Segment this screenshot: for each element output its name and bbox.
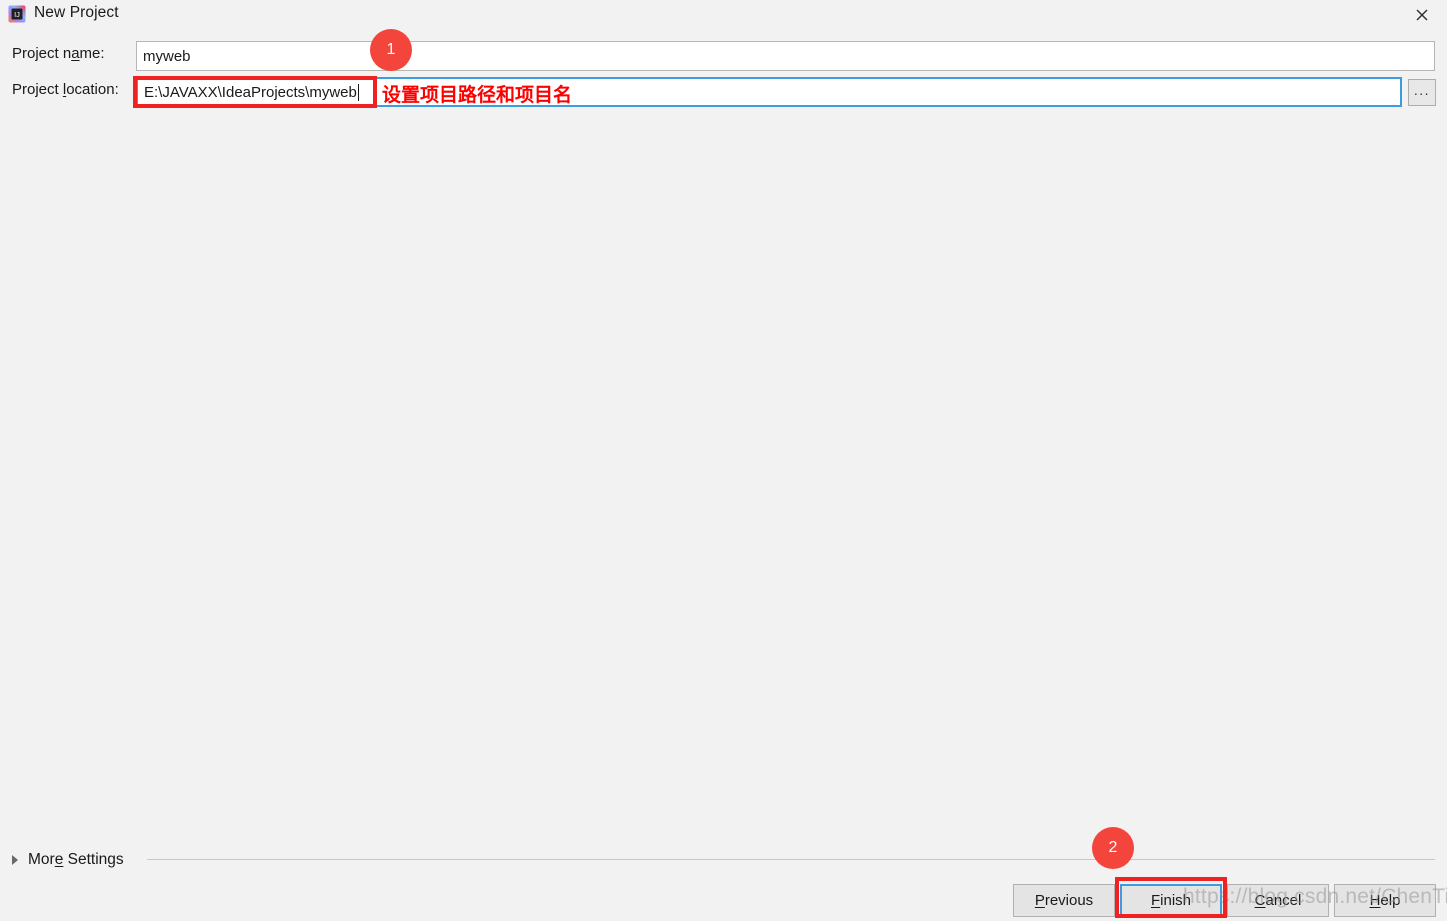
more-settings-row: More Settings (0, 847, 1447, 873)
close-icon[interactable] (1397, 0, 1447, 30)
page-title: New Project (34, 4, 119, 21)
project-location-input[interactable]: E:\JAVAXX\IdeaProjects\myweb (136, 77, 1402, 107)
more-settings-label-tail: Settings (63, 851, 124, 868)
finish-button[interactable]: Finish (1120, 884, 1222, 917)
help-button[interactable]: Help (1334, 884, 1436, 917)
project-location-label-text: Project (12, 81, 63, 98)
cancel-button-mnemonic: C (1254, 892, 1266, 909)
project-name-label: Project name: (12, 45, 105, 62)
project-name-label-mnemonic: a (71, 45, 80, 62)
more-settings-divider (147, 859, 1435, 860)
previous-button[interactable]: Previous (1013, 884, 1115, 917)
project-name-label-text: Project n (12, 45, 72, 62)
more-settings-label: More Settings (28, 851, 124, 869)
browse-button[interactable]: ... (1408, 79, 1436, 106)
project-location-value: E:\JAVAXX\IdeaProjects\myweb (144, 83, 357, 101)
project-name-value: myweb (143, 47, 191, 65)
project-name-row: Project name: myweb (0, 41, 1447, 71)
more-settings-label-head: Mor (28, 851, 55, 868)
intellij-idea-icon: IJ (8, 5, 26, 23)
project-location-row: Project location: E:\JAVAXX\IdeaProjects… (0, 77, 1447, 107)
project-location-label: Project location: (12, 81, 119, 98)
cancel-button-tail: ancel (1265, 892, 1302, 909)
text-caret (357, 83, 359, 101)
project-location-label-tail: ocation: (66, 81, 119, 98)
help-button-mnemonic: H (1369, 892, 1381, 909)
more-settings-toggle[interactable]: More Settings (12, 847, 124, 873)
annotation-badge-1: 1 (370, 29, 412, 71)
svg-text:IJ: IJ (14, 10, 20, 19)
cancel-button[interactable]: Cancel (1227, 884, 1329, 917)
finish-button-tail: inish (1160, 892, 1192, 909)
previous-button-mnemonic: P (1034, 892, 1045, 909)
chevron-right-icon (12, 855, 18, 865)
dialog-button-bar: Previous Finish Cancel Help (0, 880, 1447, 921)
project-name-label-tail: me: (79, 45, 105, 62)
title-bar: IJ New Project (0, 0, 1447, 30)
annotation-badge-2: 2 (1092, 827, 1134, 869)
previous-button-tail: revious (1044, 892, 1094, 909)
project-name-input[interactable]: myweb (136, 41, 1435, 71)
finish-button-mnemonic: F (1150, 892, 1161, 909)
help-button-tail: elp (1380, 892, 1401, 909)
